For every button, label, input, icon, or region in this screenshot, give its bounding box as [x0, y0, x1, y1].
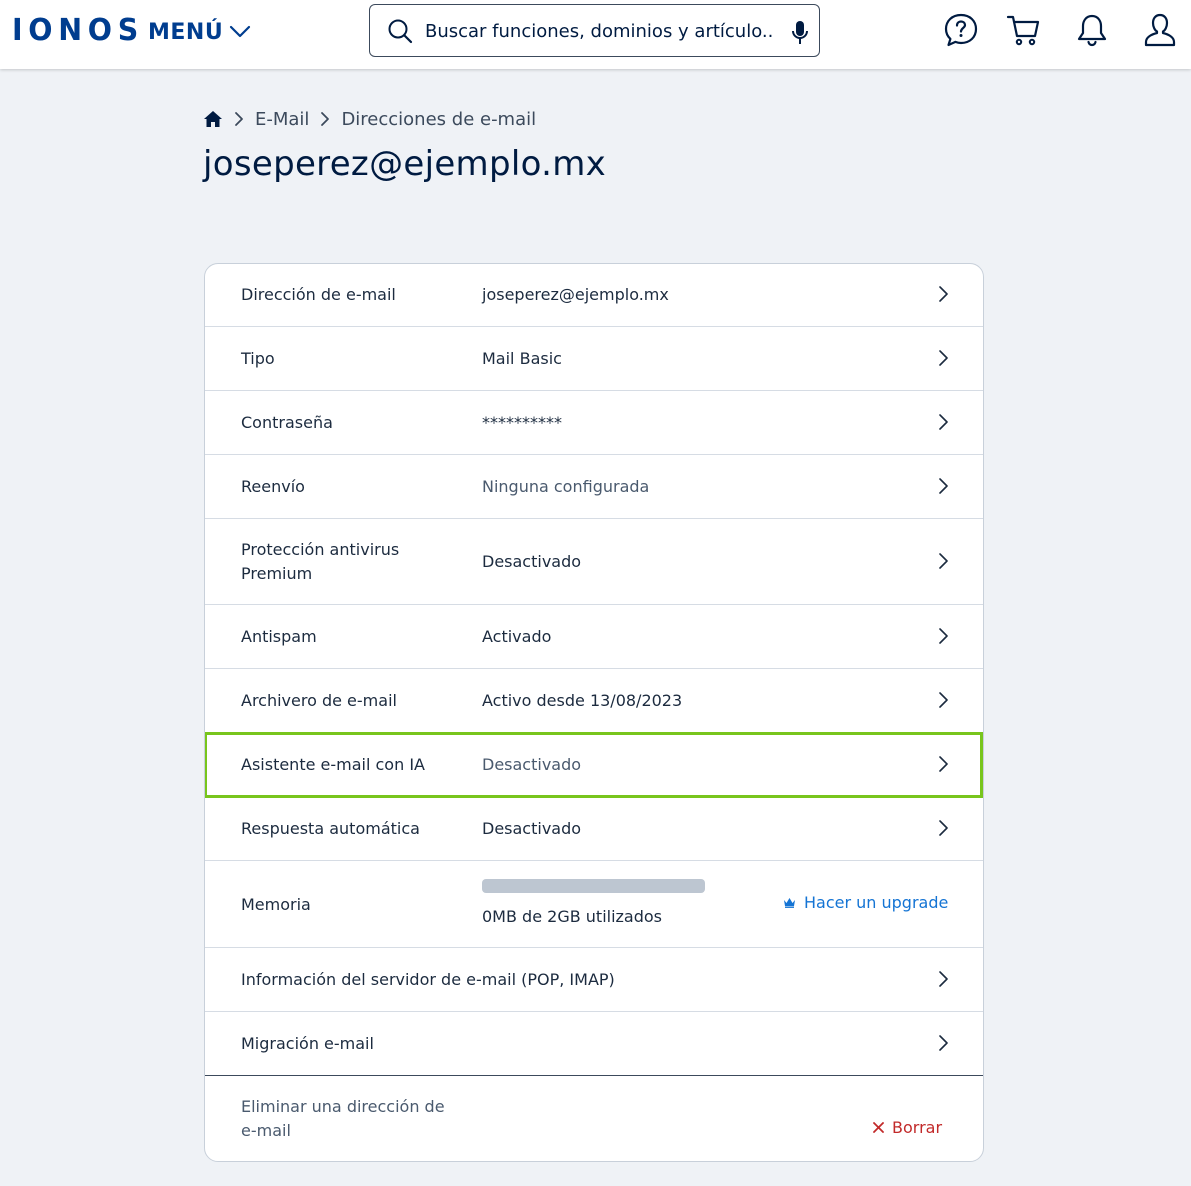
- storage-usage-bar: [482, 879, 705, 893]
- row-forwarding[interactable]: Reenvío Ninguna configurada: [205, 455, 983, 519]
- upgrade-label: Hacer un upgrade: [804, 893, 949, 912]
- chevron-right-icon: [939, 350, 948, 366]
- main-menu-label: MENÚ: [148, 19, 224, 45]
- chevron-right-icon: [939, 1035, 948, 1051]
- row-password[interactable]: Contraseña **********: [205, 391, 983, 455]
- row-value: Desactivado: [482, 755, 582, 774]
- email-settings-card: Dirección de e-mail joseperez@ejemplo.mx…: [204, 263, 984, 1162]
- row-value: joseperez@ejemplo.mx: [482, 285, 669, 304]
- chevron-right-icon: [319, 111, 331, 127]
- row-email-address[interactable]: Dirección de e-mail joseperez@ejemplo.mx: [205, 264, 983, 327]
- close-icon: [873, 1122, 884, 1133]
- user-icon[interactable]: [1142, 12, 1178, 48]
- row-label: Tipo: [241, 349, 275, 368]
- row-label: Información del servidor de e-mail (POP,…: [241, 970, 615, 989]
- chevron-right-icon: [939, 478, 948, 494]
- row-server-info[interactable]: Información del servidor de e-mail (POP,…: [205, 948, 983, 1012]
- row-label: Dirección de e-mail: [241, 285, 396, 304]
- cart-icon[interactable]: [1006, 12, 1042, 48]
- row-value: **********: [482, 413, 562, 432]
- row-value: Activo desde 13/08/2023: [482, 691, 683, 710]
- microphone-icon[interactable]: [790, 20, 810, 46]
- row-storage: Memoria 0MB de 2GB utilizados Hacer un u…: [205, 861, 983, 948]
- row-value: Ninguna configurada: [482, 477, 650, 496]
- chevron-right-icon: [939, 971, 948, 987]
- chevron-right-icon: [939, 553, 948, 569]
- home-icon[interactable]: [203, 110, 223, 128]
- storage-usage-text: 0MB de 2GB utilizados: [482, 907, 663, 926]
- breadcrumb-email-addresses[interactable]: Direcciones de e-mail: [341, 109, 536, 130]
- page-title: joseperez@ejemplo.mx: [203, 144, 607, 184]
- chevron-right-icon: [939, 820, 948, 836]
- delete-button[interactable]: Borrar: [873, 1118, 942, 1137]
- search-input[interactable]: [425, 17, 775, 45]
- bell-icon[interactable]: [1074, 12, 1110, 48]
- row-antivirus-premium[interactable]: Protección antivirus Premium Desactivado: [205, 519, 983, 605]
- row-value: Desactivado: [482, 552, 582, 571]
- search-box[interactable]: [369, 4, 820, 57]
- ionos-logo[interactable]: IONOS: [12, 13, 144, 48]
- breadcrumb: E-Mail Direcciones de e-mail: [203, 107, 536, 131]
- row-label: Reenvío: [241, 477, 305, 496]
- row-ai-email-assistant[interactable]: Asistente e-mail con IA Desactivado: [205, 732, 983, 798]
- main-menu-button[interactable]: MENÚ: [148, 17, 251, 47]
- search-icon: [388, 19, 413, 44]
- row-value: Desactivado: [482, 819, 582, 838]
- row-label: Asistente e-mail con IA: [241, 755, 425, 774]
- chevron-down-icon: [230, 25, 251, 38]
- row-antispam[interactable]: Antispam Activado: [205, 605, 983, 669]
- row-email-archive[interactable]: Archivero de e-mail Activo desde 13/08/2…: [205, 669, 983, 733]
- chevron-right-icon: [939, 628, 948, 644]
- help-icon[interactable]: [943, 12, 979, 48]
- chevron-right-icon: [939, 692, 948, 708]
- row-label: Contraseña: [241, 413, 333, 432]
- row-value: Mail Basic: [482, 349, 562, 368]
- breadcrumb-email[interactable]: E-Mail: [255, 109, 309, 130]
- row-email-migration[interactable]: Migración e-mail: [205, 1012, 983, 1076]
- row-value: Activado: [482, 627, 552, 646]
- chevron-right-icon: [939, 414, 948, 430]
- row-label: Respuesta automática: [241, 819, 420, 838]
- delete-label: Borrar: [892, 1118, 943, 1137]
- row-label: Archivero de e-mail: [241, 691, 397, 710]
- chevron-right-icon: [939, 286, 948, 302]
- crown-icon: [784, 898, 795, 908]
- row-label: Protección antivirus Premium: [241, 540, 400, 583]
- top-navigation-bar: IONOS MENÚ: [0, 0, 1191, 69]
- chevron-right-icon: [233, 111, 245, 127]
- chevron-right-icon: [939, 756, 948, 772]
- row-label: Eliminar una dirección de e-mail: [241, 1097, 445, 1140]
- row-label: Antispam: [241, 627, 317, 646]
- upgrade-link[interactable]: Hacer un upgrade: [783, 893, 948, 912]
- row-type[interactable]: Tipo Mail Basic: [205, 327, 983, 391]
- row-delete-address: Eliminar una dirección de e-mail Borrar: [205, 1076, 983, 1161]
- row-auto-reply[interactable]: Respuesta automática Desactivado: [205, 797, 983, 861]
- row-label: Memoria: [241, 895, 311, 914]
- row-label: Migración e-mail: [241, 1034, 374, 1053]
